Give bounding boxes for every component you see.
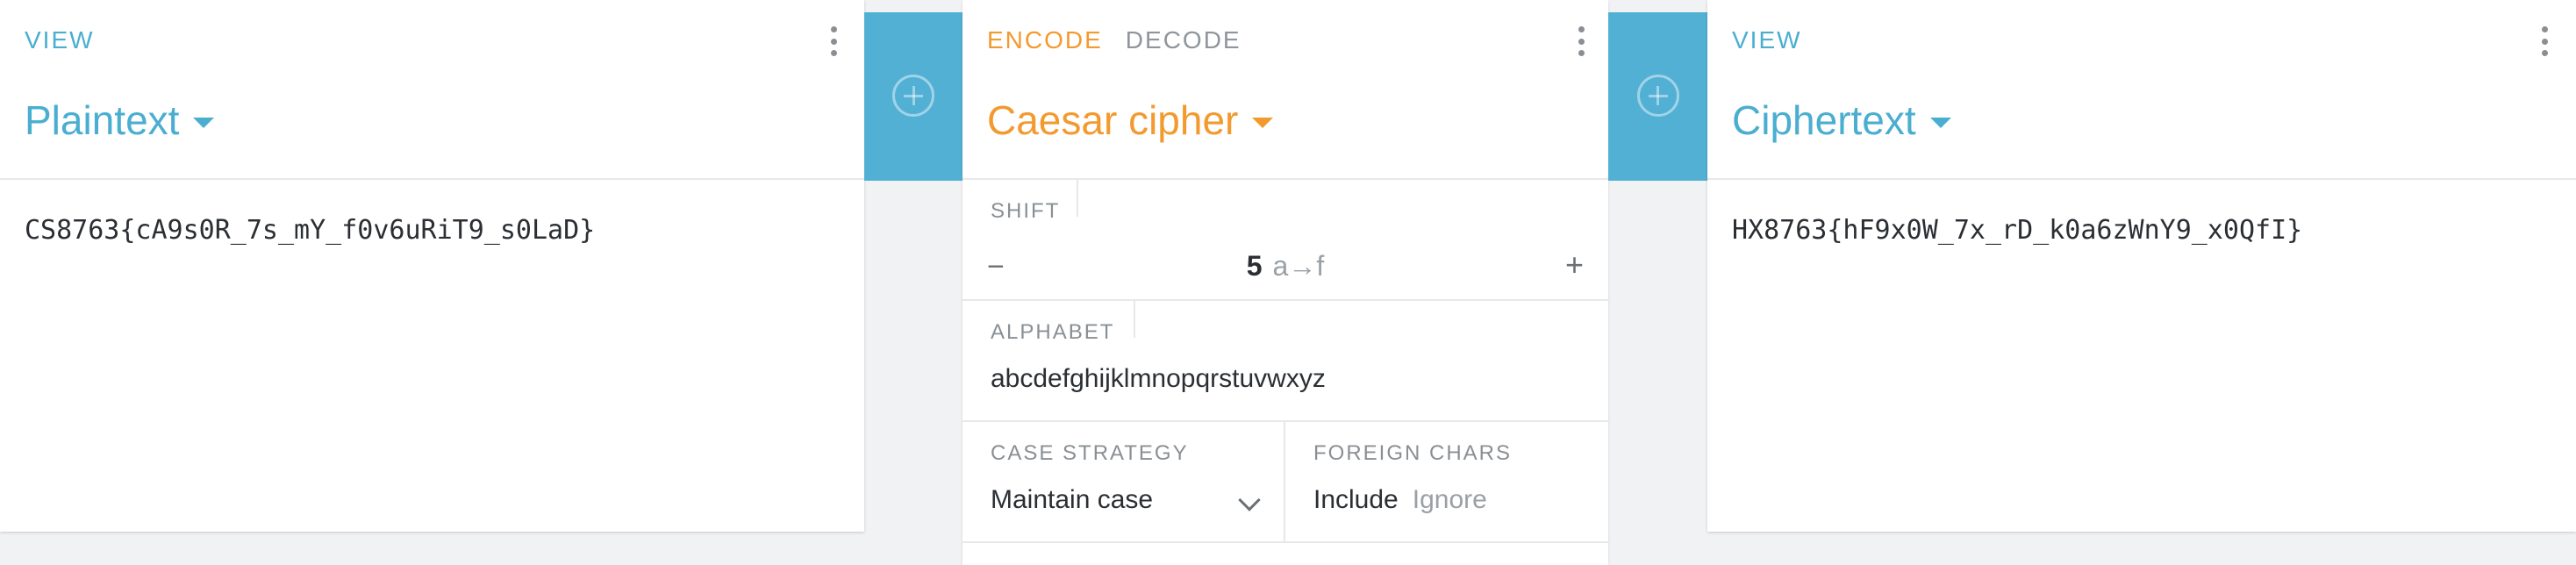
tab-view[interactable]: VIEW (25, 26, 95, 54)
ciphertext-header: VIEW Ciphertext (1707, 0, 2576, 180)
panel-title: Caesar cipher (987, 97, 1239, 143)
plus-circle-icon (892, 75, 934, 117)
increment-button[interactable]: + (1565, 247, 1584, 283)
options-row: CASE STRATEGY Maintain case FOREIGN CHAR… (962, 422, 1608, 543)
plaintext-header: VIEW Plaintext (0, 0, 864, 180)
panel-title: Ciphertext (1732, 97, 1916, 143)
foreign-chars-toggle: Include Ignore (1313, 485, 1487, 515)
ciphertext-tabs: VIEW (1732, 26, 1802, 54)
ciphertext-content[interactable]: HX8763{hF9x0W_7x_rD_k0a6zWnY9_x0QfI} (1732, 215, 2302, 246)
more-menu-icon[interactable] (2540, 26, 2549, 56)
more-menu-icon[interactable] (1577, 26, 1585, 56)
plus-circle-icon (1636, 75, 1679, 117)
shift-value-display[interactable]: 5 a→f (962, 250, 1608, 282)
tab-view[interactable]: VIEW (1732, 26, 1802, 54)
caesar-cipher-panel: ENCODE DECODE Caesar cipher SHIFT − 5 a→f… (962, 0, 1608, 565)
cipher-header: ENCODE DECODE Caesar cipher (962, 0, 1608, 180)
tab-encode[interactable]: ENCODE (987, 26, 1103, 54)
cipher-tabs: ENCODE DECODE (987, 26, 1241, 54)
plaintext-title-dropdown[interactable]: Plaintext (25, 97, 215, 144)
panel-title: Plaintext (25, 97, 180, 143)
foreign-chars-setting: FOREIGN CHARS Include Ignore (1285, 422, 1608, 541)
chevron-down-icon[interactable] (1238, 489, 1261, 511)
plaintext-content[interactable]: CS8763{cA9s0R_7s_mY_f0v6uRiT9_s0LaD} (25, 215, 595, 246)
caret-down-icon (1929, 118, 1951, 128)
alphabet-setting: ALPHABET abcdefghijklmnopqrstuvwxyz (962, 301, 1608, 422)
plaintext-panel: VIEW Plaintext CS8763{cA9s0R_7s_mY_f0v6u… (0, 0, 864, 532)
option-ignore[interactable]: Ignore (1413, 485, 1487, 515)
shift-setting: SHIFT − 5 a→f + (962, 180, 1608, 301)
caret-down-icon (1252, 118, 1274, 128)
case-strategy-label: CASE STRATEGY (991, 441, 1189, 465)
label-divider (1077, 180, 1078, 217)
more-menu-icon[interactable] (829, 26, 838, 56)
add-brick-button[interactable] (1608, 12, 1707, 181)
shift-label: SHIFT (991, 199, 1061, 223)
ciphertext-title-dropdown[interactable]: Ciphertext (1732, 97, 1951, 144)
foreign-chars-label: FOREIGN CHARS (1313, 441, 1513, 465)
shift-mapping: a→f (1272, 250, 1325, 282)
cipher-title-dropdown[interactable]: Caesar cipher (987, 97, 1274, 144)
caret-down-icon (193, 118, 215, 128)
case-strategy-select[interactable]: Maintain case (991, 485, 1153, 515)
alphabet-input[interactable]: abcdefghijklmnopqrstuvwxyz (991, 364, 1326, 394)
option-include[interactable]: Include (1313, 485, 1399, 515)
plaintext-tabs: VIEW (25, 26, 95, 54)
add-brick-button[interactable] (864, 12, 962, 181)
case-strategy-setting[interactable]: CASE STRATEGY Maintain case (962, 422, 1285, 541)
shift-number: 5 (1246, 250, 1263, 282)
ciphertext-panel: VIEW Ciphertext HX8763{hF9x0W_7x_rD_k0a6… (1707, 0, 2576, 532)
tab-decode[interactable]: DECODE (1126, 26, 1241, 54)
alphabet-label: ALPHABET (991, 320, 1115, 344)
label-divider (1134, 301, 1135, 338)
